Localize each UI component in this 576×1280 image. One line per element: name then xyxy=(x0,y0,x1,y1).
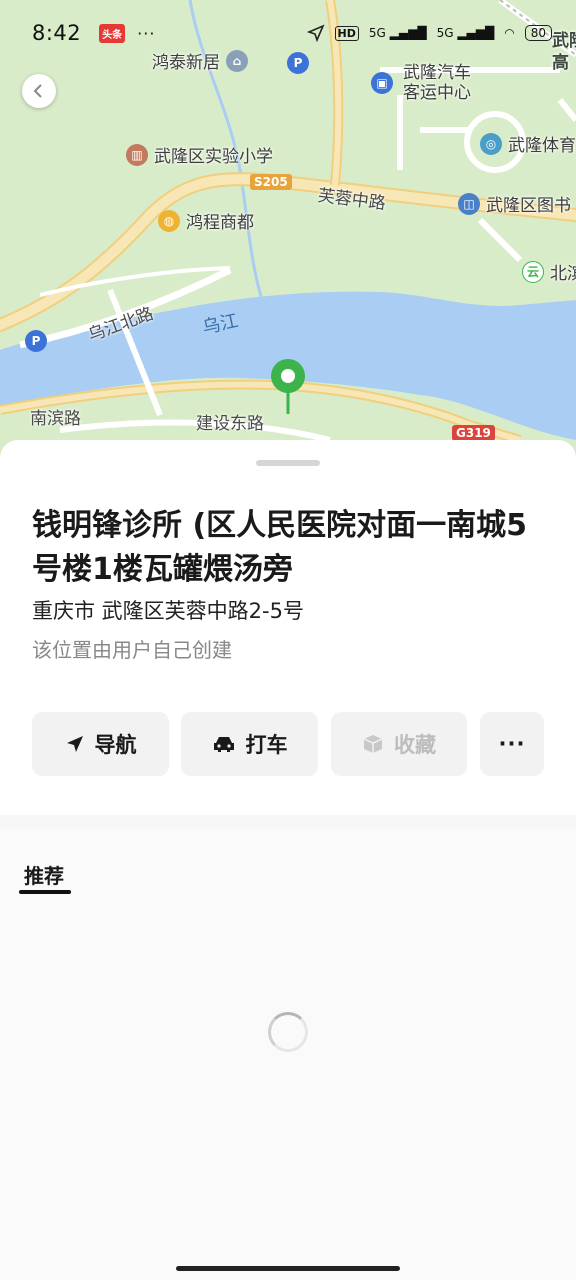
more-notifications-icon: ··· xyxy=(137,23,156,43)
app-notification-badge: 头条 xyxy=(99,23,126,43)
bus-icon: ▣ xyxy=(371,72,393,94)
network-5g-1: 5G ▂▄▆█ xyxy=(368,26,427,40)
poi-beibin-label: 北滨 xyxy=(550,264,576,284)
poi-library-label: 武隆区图书 xyxy=(486,196,571,216)
navigate-label: 导航 xyxy=(94,733,137,757)
location-arrow-icon xyxy=(306,24,325,42)
status-bar: 8:42 头条 ··· HD 5G ▂▄▆█ 5G ▂▄▆█ ◠ 80 xyxy=(0,0,576,66)
navigation-arrow-icon xyxy=(66,736,83,752)
battery-icon: 80 xyxy=(524,25,552,41)
place-detail-sheet: 钱明锋诊所 (区人民医院对面一南城5号楼1楼瓦罐煨汤旁 重庆市 武隆区芙蓉中路2… xyxy=(0,440,576,815)
car-icon xyxy=(213,737,234,752)
road-shield-s205: S205 xyxy=(250,174,292,190)
poi-sports[interactable]: ◎ 武隆体育 xyxy=(480,131,576,156)
stadium-icon: ◎ xyxy=(480,132,502,155)
poi-school[interactable]: ▥ 武隆区实验小学 xyxy=(126,142,273,167)
favorite-label: 收藏 xyxy=(394,733,436,757)
shopping-icon: ◍ xyxy=(158,209,180,232)
parking-poi-left[interactable]: P xyxy=(25,330,47,352)
map-view[interactable]: 鸿泰新居 ⌂ P ▣ 武隆汽车 客运中心 武隆高 ▥ 武隆区实验小学 ◎ 武隆体… xyxy=(0,0,576,470)
hd-icon: HD xyxy=(334,25,359,41)
taxi-label: 打车 xyxy=(245,733,288,757)
recommend-section: 推荐 xyxy=(0,828,576,1280)
wifi-icon: ◠ xyxy=(504,26,515,40)
poi-sports-label: 武隆体育 xyxy=(508,136,576,156)
status-time: 8:42 xyxy=(32,21,82,45)
navigate-button[interactable]: 导航 xyxy=(32,712,169,776)
poi-school-label: 武隆区实验小学 xyxy=(154,147,273,167)
poi-mall-label: 鸿程商都 xyxy=(186,213,254,233)
school-icon: ▥ xyxy=(126,143,148,166)
network-5g-2: 5G ▂▄▆█ xyxy=(436,26,495,40)
more-dots-icon: ··· xyxy=(498,732,526,756)
tab-underline xyxy=(19,890,71,894)
poi-library[interactable]: ◫ 武隆区图书 xyxy=(458,191,571,216)
loading-spinner-icon xyxy=(268,1012,308,1052)
road-label-jianshe-east: 建设东路 xyxy=(196,414,264,434)
poi-bus-station[interactable]: ▣ 武隆汽车 客运中心 xyxy=(371,63,471,103)
road-label-nanbin: 南滨路 xyxy=(30,409,81,429)
park-icon: 云 xyxy=(522,260,544,283)
parking-icon: P xyxy=(25,330,47,352)
poi-bus-label: 武隆汽车 xyxy=(403,63,471,83)
taxi-button[interactable]: 打车 xyxy=(181,712,318,776)
poi-beibin[interactable]: 云 北滨 xyxy=(522,259,576,284)
tab-recommend[interactable]: 推荐 xyxy=(24,860,64,889)
library-icon: ◫ xyxy=(458,192,480,215)
chevron-left-icon xyxy=(33,84,42,98)
poi-mall[interactable]: ◍ 鸿程商都 xyxy=(158,208,254,233)
more-button[interactable]: ··· xyxy=(480,712,544,776)
home-indicator[interactable] xyxy=(176,1266,400,1271)
road-shield-g319: G319 xyxy=(452,425,495,441)
place-note: 该位置由用户自己创建 xyxy=(32,638,232,662)
place-address: 重庆市 武隆区芙蓉中路2-5号 xyxy=(32,599,304,623)
place-title: 钱明锋诊所 (区人民医院对面一南城5号楼1楼瓦罐煨汤旁 xyxy=(32,508,528,587)
favorite-button[interactable]: 收藏 xyxy=(331,712,467,776)
drag-handle[interactable] xyxy=(256,460,320,466)
poi-bus-label-2: 客运中心 xyxy=(403,83,471,103)
back-button[interactable] xyxy=(22,74,56,108)
box-icon xyxy=(363,735,383,753)
